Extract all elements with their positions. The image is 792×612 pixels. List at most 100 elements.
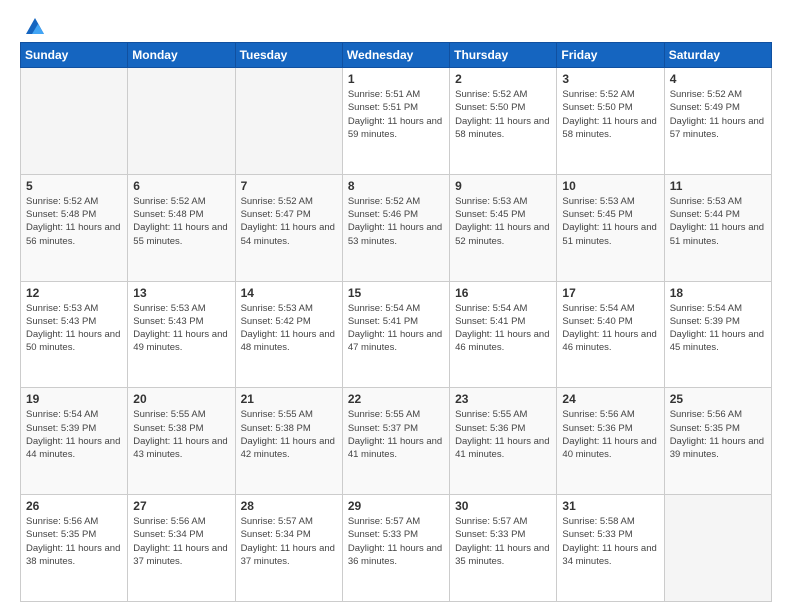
calendar-cell-6: 6Sunrise: 5:52 AMSunset: 5:48 PMDaylight… — [128, 174, 235, 281]
day-info: Sunrise: 5:58 AMSunset: 5:33 PMDaylight:… — [562, 515, 658, 568]
day-info: Sunrise: 5:57 AMSunset: 5:34 PMDaylight:… — [241, 515, 337, 568]
day-info: Sunrise: 5:56 AMSunset: 5:36 PMDaylight:… — [562, 408, 658, 461]
calendar-cell-21: 21 Sunrise: 5:55 AMSunset: 5:38 PMDayligh… — [235, 388, 342, 495]
calendar-cell-1: 1 Sunrise: 5:51 AMSunset: 5:51 PMDaylight… — [342, 68, 449, 175]
day-info: Sunrise: 5:52 AMSunset: 5:47 PMDaylight:… — [241, 195, 337, 248]
calendar-week-5: 26Sunrise: 5:56 AMSunset: 5:35 PMDayligh… — [21, 495, 772, 602]
day-info: Sunrise: 5:53 AMSunset: 5:42 PMDaylight:… — [241, 302, 337, 355]
calendar-cell-8: 8 Sunrise: 5:52 AMSunset: 5:46 PMDaylight… — [342, 174, 449, 281]
day-info: Sunrise: 5:52 AMSunset: 5:50 PMDaylight:… — [562, 88, 658, 141]
day-number: 16 — [455, 286, 551, 300]
day-info: Sunrise: 5:55 AMSunset: 5:37 PMDaylight:… — [348, 408, 444, 461]
calendar-cell-9: 9 Sunrise: 5:53 AMSunset: 5:45 PMDaylight… — [450, 174, 557, 281]
calendar-cell-12: 12 Sunrise: 5:53 AMSunset: 5:43 PMDayligh… — [21, 281, 128, 388]
day-number: 30 — [455, 499, 551, 513]
calendar-cell-19: 19 Sunrise: 5:54 AMSunset: 5:39 PMDayligh… — [21, 388, 128, 495]
calendar-header-saturday: Saturday — [664, 43, 771, 68]
day-number: 31 — [562, 499, 658, 513]
calendar-cell-3: 3 Sunrise: 5:52 AMSunset: 5:50 PMDaylight… — [557, 68, 664, 175]
calendar-cell-22: 22 Sunrise: 5:55 AMSunset: 5:37 PMDayligh… — [342, 388, 449, 495]
calendar-cell-18: 18Sunrise: 5:54 AMSunset: 5:39 PMDayligh… — [664, 281, 771, 388]
calendar-cell-empty — [128, 68, 235, 175]
calendar-cell-27: 27 Sunrise: 5:56 AMSunset: 5:34 PMDayligh… — [128, 495, 235, 602]
day-number: 8 — [348, 179, 444, 193]
day-number: 19 — [26, 392, 122, 406]
calendar-header-row: SundayMondayTuesdayWednesdayThursdayFrid… — [21, 43, 772, 68]
day-number: 23 — [455, 392, 551, 406]
calendar-week-1: 1 Sunrise: 5:51 AMSunset: 5:51 PMDaylight… — [21, 68, 772, 175]
calendar-cell-31: 31 Sunrise: 5:58 AMSunset: 5:33 PMDayligh… — [557, 495, 664, 602]
day-number: 3 — [562, 72, 658, 86]
day-number: 1 — [348, 72, 444, 86]
day-info: Sunrise: 5:53 AMSunset: 5:43 PMDaylight:… — [26, 302, 122, 355]
day-info: Sunrise: 5:52 AMSunset: 5:46 PMDaylight:… — [348, 195, 444, 248]
calendar-cell-14: 14 Sunrise: 5:53 AMSunset: 5:42 PMDayligh… — [235, 281, 342, 388]
day-number: 2 — [455, 72, 551, 86]
day-number: 9 — [455, 179, 551, 193]
day-info: Sunrise: 5:51 AMSunset: 5:51 PMDaylight:… — [348, 88, 444, 141]
day-info: Sunrise: 5:55 AMSunset: 5:36 PMDaylight:… — [455, 408, 551, 461]
calendar-cell-empty — [235, 68, 342, 175]
day-info: Sunrise: 5:54 AMSunset: 5:41 PMDaylight:… — [455, 302, 551, 355]
calendar-cell-30: 30 Sunrise: 5:57 AMSunset: 5:33 PMDayligh… — [450, 495, 557, 602]
day-info: Sunrise: 5:54 AMSunset: 5:41 PMDaylight:… — [348, 302, 444, 355]
calendar-week-2: 5 Sunrise: 5:52 AMSunset: 5:48 PMDaylight… — [21, 174, 772, 281]
day-number: 5 — [26, 179, 122, 193]
calendar-cell-28: 28 Sunrise: 5:57 AMSunset: 5:34 PMDayligh… — [235, 495, 342, 602]
logo-icon — [24, 16, 46, 38]
calendar-week-4: 19 Sunrise: 5:54 AMSunset: 5:39 PMDayligh… — [21, 388, 772, 495]
day-info: Sunrise: 5:53 AMSunset: 5:45 PMDaylight:… — [562, 195, 658, 248]
calendar: SundayMondayTuesdayWednesdayThursdayFrid… — [20, 42, 772, 602]
day-info: Sunrise: 5:57 AMSunset: 5:33 PMDaylight:… — [455, 515, 551, 568]
day-info: Sunrise: 5:56 AMSunset: 5:35 PMDaylight:… — [670, 408, 766, 461]
calendar-cell-4: 4Sunrise: 5:52 AMSunset: 5:49 PMDaylight… — [664, 68, 771, 175]
day-number: 17 — [562, 286, 658, 300]
day-number: 24 — [562, 392, 658, 406]
day-info: Sunrise: 5:54 AMSunset: 5:40 PMDaylight:… — [562, 302, 658, 355]
calendar-header-sunday: Sunday — [21, 43, 128, 68]
calendar-cell-2: 2 Sunrise: 5:52 AMSunset: 5:50 PMDaylight… — [450, 68, 557, 175]
calendar-header-monday: Monday — [128, 43, 235, 68]
calendar-cell-17: 17 Sunrise: 5:54 AMSunset: 5:40 PMDayligh… — [557, 281, 664, 388]
day-number: 25 — [670, 392, 766, 406]
day-info: Sunrise: 5:53 AMSunset: 5:45 PMDaylight:… — [455, 195, 551, 248]
day-info: Sunrise: 5:56 AMSunset: 5:34 PMDaylight:… — [133, 515, 229, 568]
header — [20, 16, 772, 32]
day-number: 21 — [241, 392, 337, 406]
calendar-cell-16: 16 Sunrise: 5:54 AMSunset: 5:41 PMDayligh… — [450, 281, 557, 388]
calendar-week-3: 12 Sunrise: 5:53 AMSunset: 5:43 PMDayligh… — [21, 281, 772, 388]
day-info: Sunrise: 5:53 AMSunset: 5:43 PMDaylight:… — [133, 302, 229, 355]
day-number: 12 — [26, 286, 122, 300]
calendar-cell-26: 26Sunrise: 5:56 AMSunset: 5:35 PMDayligh… — [21, 495, 128, 602]
calendar-cell-15: 15 Sunrise: 5:54 AMSunset: 5:41 PMDayligh… — [342, 281, 449, 388]
calendar-cell-25: 25 Sunrise: 5:56 AMSunset: 5:35 PMDayligh… — [664, 388, 771, 495]
day-number: 6 — [133, 179, 229, 193]
day-info: Sunrise: 5:57 AMSunset: 5:33 PMDaylight:… — [348, 515, 444, 568]
day-info: Sunrise: 5:54 AMSunset: 5:39 PMDaylight:… — [670, 302, 766, 355]
day-info: Sunrise: 5:52 AMSunset: 5:48 PMDaylight:… — [26, 195, 122, 248]
page: SundayMondayTuesdayWednesdayThursdayFrid… — [0, 0, 792, 612]
day-number: 22 — [348, 392, 444, 406]
calendar-cell-23: 23 Sunrise: 5:55 AMSunset: 5:36 PMDayligh… — [450, 388, 557, 495]
calendar-header-tuesday: Tuesday — [235, 43, 342, 68]
day-number: 28 — [241, 499, 337, 513]
day-number: 7 — [241, 179, 337, 193]
calendar-header-thursday: Thursday — [450, 43, 557, 68]
day-number: 15 — [348, 286, 444, 300]
calendar-cell-29: 29 Sunrise: 5:57 AMSunset: 5:33 PMDayligh… — [342, 495, 449, 602]
calendar-cell-24: 24 Sunrise: 5:56 AMSunset: 5:36 PMDayligh… — [557, 388, 664, 495]
day-info: Sunrise: 5:55 AMSunset: 5:38 PMDaylight:… — [241, 408, 337, 461]
calendar-header-friday: Friday — [557, 43, 664, 68]
day-info: Sunrise: 5:52 AMSunset: 5:50 PMDaylight:… — [455, 88, 551, 141]
calendar-cell-11: 11Sunrise: 5:53 AMSunset: 5:44 PMDayligh… — [664, 174, 771, 281]
day-number: 10 — [562, 179, 658, 193]
day-number: 14 — [241, 286, 337, 300]
day-info: Sunrise: 5:56 AMSunset: 5:35 PMDaylight:… — [26, 515, 122, 568]
calendar-cell-13: 13 Sunrise: 5:53 AMSunset: 5:43 PMDayligh… — [128, 281, 235, 388]
day-number: 27 — [133, 499, 229, 513]
calendar-cell-10: 10 Sunrise: 5:53 AMSunset: 5:45 PMDayligh… — [557, 174, 664, 281]
calendar-cell-empty — [21, 68, 128, 175]
day-number: 29 — [348, 499, 444, 513]
day-number: 13 — [133, 286, 229, 300]
day-info: Sunrise: 5:54 AMSunset: 5:39 PMDaylight:… — [26, 408, 122, 461]
